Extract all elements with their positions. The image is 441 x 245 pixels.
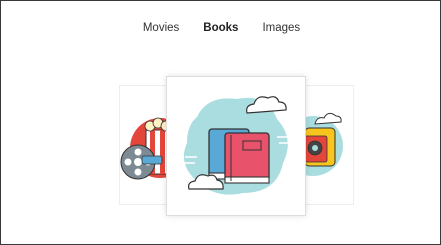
books-icon xyxy=(181,96,293,195)
carousel-card-movies[interactable] xyxy=(119,85,173,205)
carousel-card-books[interactable] xyxy=(166,76,306,216)
tab-books[interactable]: Books xyxy=(203,20,238,38)
images-icon xyxy=(301,112,343,176)
tab-movies[interactable]: Movies xyxy=(143,20,179,38)
category-tabs: Movies Books Images xyxy=(1,20,441,38)
carousel-panel: Movies Books Images xyxy=(0,0,441,245)
tab-images[interactable]: Images xyxy=(262,20,300,38)
carousel-card-images[interactable] xyxy=(300,85,354,205)
